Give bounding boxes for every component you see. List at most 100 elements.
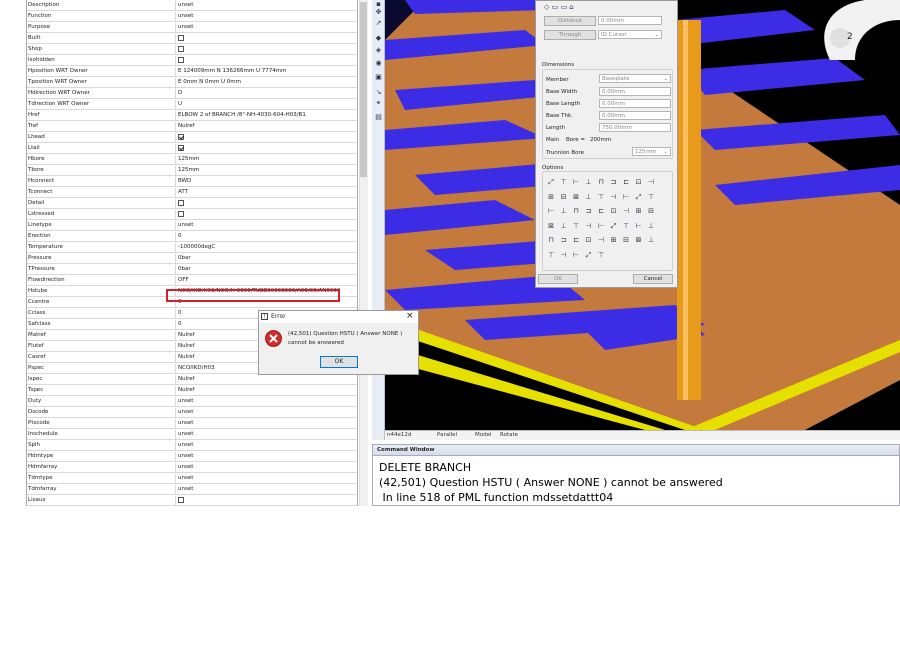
attribute-row[interactable]: Tposition WRT Owner E 0mm N 0mm U 0mm bbox=[27, 77, 357, 88]
support-option-icon[interactable]: ⊤ bbox=[621, 222, 631, 231]
attribute-row[interactable]: Isohidden bbox=[27, 55, 357, 66]
support-option-icon[interactable]: ⊡ bbox=[584, 236, 594, 245]
support-option-icon[interactable]: ⊓ bbox=[571, 207, 581, 216]
support-option-icon[interactable]: ⊤ bbox=[646, 193, 656, 202]
length-field[interactable]: 750.00mm bbox=[599, 123, 671, 132]
support-option-icon[interactable]: ⊠ bbox=[546, 222, 556, 231]
attribute-row[interactable]: Tspec Nulref bbox=[27, 385, 357, 396]
support-option-icon[interactable]: ⊥ bbox=[559, 207, 569, 216]
support-option-icon[interactable]: ⊐ bbox=[559, 236, 569, 245]
attribute-row[interactable]: Purpose unset bbox=[27, 22, 357, 33]
ok-button[interactable]: OK bbox=[538, 274, 578, 284]
support-option-icon[interactable]: ⊥ bbox=[584, 193, 594, 202]
support-option-icon[interactable]: ⊣ bbox=[559, 251, 569, 260]
attribute-row[interactable]: Href ELBOW 2 of BRANCH /8"-NH-4030-604-H0… bbox=[27, 110, 357, 121]
support-option-icon[interactable]: ⊟ bbox=[559, 193, 569, 202]
toolbar-orange-icon[interactable]: ▪ bbox=[374, 0, 383, 8]
attribute-value[interactable]: OFF bbox=[178, 276, 356, 286]
support-option-icon[interactable]: ⊣ bbox=[596, 236, 606, 245]
attribute-row[interactable]: Duty unset bbox=[27, 396, 357, 407]
attribute-row[interactable]: Ispec Nulref bbox=[27, 374, 357, 385]
attribute-value[interactable]: unset bbox=[178, 463, 356, 473]
attribute-value[interactable]: 125mm bbox=[178, 155, 356, 165]
attribute-value[interactable]: unset bbox=[178, 1, 356, 11]
support-option-icon[interactable]: ⊢ bbox=[621, 193, 631, 202]
attribute-value[interactable]: unset bbox=[178, 419, 356, 429]
status-action[interactable]: Rotate bbox=[500, 432, 518, 438]
attribute-row[interactable]: Pressure 0bar bbox=[27, 253, 357, 264]
attribute-row[interactable]: Lhead bbox=[27, 132, 357, 143]
attribute-value[interactable]: Nulref bbox=[178, 375, 356, 385]
support-option-icon[interactable]: ⊡ bbox=[634, 178, 644, 187]
attribute-value[interactable]: Nulref bbox=[178, 386, 356, 396]
attribute-row[interactable]: Tconnect ATT bbox=[27, 187, 357, 198]
support-option-icon[interactable]: ⊏ bbox=[621, 178, 631, 187]
attribute-row[interactable]: Tdmfarray unset bbox=[27, 484, 357, 495]
support-option-icon[interactable]: ⊣ bbox=[621, 207, 631, 216]
attribute-row[interactable]: TPressure 0bar bbox=[27, 264, 357, 275]
support-option-icon[interactable]: ⊟ bbox=[646, 207, 656, 216]
attribute-value[interactable]: unset bbox=[178, 452, 356, 462]
attribute-row[interactable]: Shop bbox=[27, 44, 357, 55]
attribute-row[interactable]: Hdirection WRT Owner D bbox=[27, 88, 357, 99]
support-option-icon[interactable]: ⊢ bbox=[634, 222, 644, 231]
attribute-row[interactable]: Lstressed bbox=[27, 209, 357, 220]
support-option-icon[interactable]: ⊏ bbox=[571, 236, 581, 245]
attribute-checkbox[interactable] bbox=[178, 134, 184, 140]
support-option-icon[interactable]: ⊣ bbox=[584, 222, 594, 231]
attribute-row[interactable]: Erection 0 bbox=[27, 231, 357, 242]
attribute-checkbox[interactable] bbox=[178, 211, 184, 217]
support-option-icon[interactable]: ⊤ bbox=[596, 251, 606, 260]
attribute-checkbox[interactable] bbox=[178, 497, 184, 503]
through-select[interactable]: ID Cursor ⌄ bbox=[598, 30, 662, 39]
support-option-icon[interactable]: ⊥ bbox=[646, 222, 656, 231]
attribute-value[interactable]: unset bbox=[178, 12, 356, 22]
attribute-checkbox[interactable] bbox=[178, 200, 184, 206]
attribute-row[interactable]: Inschedule unset bbox=[27, 429, 357, 440]
axis-icon[interactable]: ↗ bbox=[374, 19, 383, 27]
attribute-row[interactable]: Flowdirection OFF bbox=[27, 275, 357, 286]
attribute-value[interactable]: 0 bbox=[178, 232, 356, 242]
support-option-icon[interactable]: ⊣ bbox=[646, 178, 656, 187]
attribute-value[interactable]: E 0mm N 0mm U 0mm bbox=[178, 78, 356, 88]
attributes-scroll-thumb[interactable] bbox=[360, 2, 367, 177]
attribute-checkbox[interactable] bbox=[178, 145, 184, 151]
attribute-value[interactable]: unset bbox=[178, 485, 356, 495]
attribute-value[interactable]: unset bbox=[178, 221, 356, 231]
shape-tool-icons[interactable]: ◇ ▭ ▭ ⌂ bbox=[544, 3, 604, 11]
attribute-value[interactable]: unset bbox=[178, 430, 356, 440]
close-icon[interactable]: × bbox=[406, 311, 414, 321]
support-option-icon[interactable]: ⤢ bbox=[634, 193, 644, 202]
attribute-checkbox[interactable] bbox=[178, 46, 184, 52]
view-icon[interactable]: ◈ bbox=[374, 46, 383, 54]
attribute-row[interactable]: Temperature -100000degC bbox=[27, 242, 357, 253]
attribute-row[interactable]: Splh unset bbox=[27, 440, 357, 451]
status-view[interactable]: Model bbox=[475, 432, 492, 438]
distance-button[interactable]: Distance bbox=[544, 16, 596, 26]
attribute-row[interactable]: Tbore 125mm bbox=[27, 165, 357, 176]
attribute-row[interactable]: Tdirection WRT Owner U bbox=[27, 99, 357, 110]
support-option-icon[interactable]: ⊥ bbox=[584, 178, 594, 187]
attribute-value[interactable]: U bbox=[178, 100, 356, 110]
support-option-icon[interactable]: ⊟ bbox=[621, 236, 631, 245]
attribute-row[interactable]: Dscode unset bbox=[27, 407, 357, 418]
link-icon[interactable]: ⚭ bbox=[374, 99, 383, 107]
support-option-icon[interactable]: ⊥ bbox=[559, 222, 569, 231]
attribute-value[interactable]: 0bar bbox=[178, 265, 356, 275]
support-option-icon[interactable]: ⤢ bbox=[609, 222, 619, 231]
support-option-icon[interactable]: ⊤ bbox=[596, 193, 606, 202]
support-option-icon[interactable]: ⤢ bbox=[584, 251, 594, 260]
page-icon[interactable]: ▣ bbox=[374, 73, 383, 81]
support-option-icon[interactable]: ⊤ bbox=[559, 178, 569, 187]
support-option-icon[interactable]: ⊠ bbox=[634, 236, 644, 245]
support-option-icon[interactable]: ⊢ bbox=[571, 251, 581, 260]
pan-icon[interactable]: ✥ bbox=[374, 8, 383, 16]
base-width-field[interactable]: 0.00mm bbox=[599, 87, 671, 96]
attribute-row[interactable]: Lisaux bbox=[27, 495, 357, 506]
shade-icon[interactable]: ◉ bbox=[374, 59, 383, 67]
support-option-icon[interactable]: ⊓ bbox=[596, 178, 606, 187]
attribute-value[interactable]: E 124009mm N 136266mm U 7774mm bbox=[178, 67, 356, 77]
attribute-row[interactable]: Tdmtype unset bbox=[27, 473, 357, 484]
attribute-value[interactable]: 125mm bbox=[178, 166, 356, 176]
trunnion-bore-select[interactable]: 125mm ⌄ bbox=[632, 147, 671, 156]
